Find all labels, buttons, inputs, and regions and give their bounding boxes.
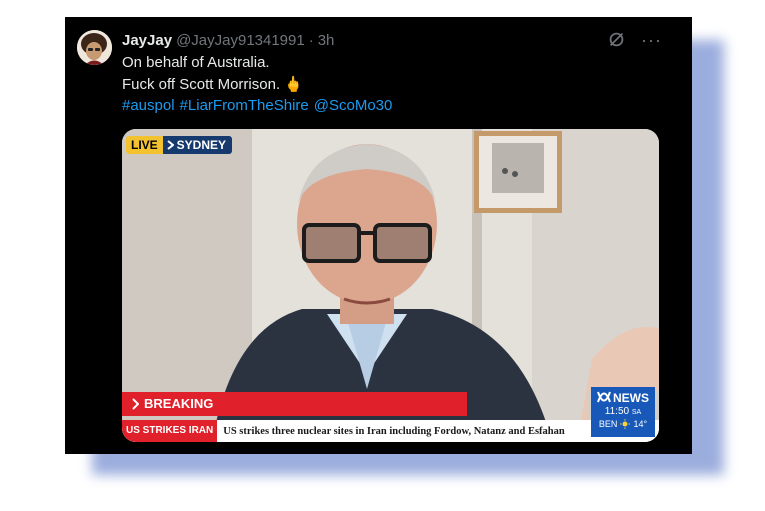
- chevron-right-icon: [167, 140, 174, 150]
- sun-icon: [620, 419, 631, 429]
- ticker-text: US strikes three nuclear sites in Iran i…: [223, 425, 565, 437]
- author-handle[interactable]: @JayJay91341991: [176, 32, 305, 49]
- weather-temp: 14°: [633, 419, 648, 429]
- live-badge: LIVE SYDNEY: [126, 136, 233, 154]
- tweet-actions: ···: [608, 31, 662, 49]
- more-icon[interactable]: ···: [641, 31, 662, 49]
- ticker-label: US STRIKES IRAN: [122, 420, 218, 442]
- tweet-text-line-2: Fuck off Scott Morrison. 🖕: [122, 75, 303, 93]
- tweet-time[interactable]: 3h: [318, 32, 335, 49]
- network-time: 11:50 SA: [591, 406, 655, 417]
- breaking-banner: BREAKING: [122, 392, 467, 416]
- network-name: NEWS: [613, 391, 649, 405]
- grok-icon[interactable]: [608, 31, 625, 48]
- mention-scomo30[interactable]: @ScoMo30: [314, 97, 393, 114]
- video-thumbnail[interactable]: LIVE SYDNEY BREAKING US STRIKES IRAN US …: [122, 129, 659, 442]
- weather-city: BEN: [598, 419, 618, 429]
- chevron-right-icon: [132, 398, 139, 410]
- separator: ·: [308, 32, 314, 49]
- abc-logo-icon: [597, 391, 611, 403]
- emoji: 🖕: [284, 76, 303, 93]
- live-label: LIVE: [126, 136, 163, 154]
- tweet-text-line-1: On behalf of Australia.: [122, 54, 270, 71]
- network-time-value: 11:50: [604, 406, 630, 417]
- hashtag-auspol[interactable]: #auspol: [122, 97, 175, 114]
- hashtag-list: #auspol #LiarFromTheShire @ScoMo30: [122, 97, 392, 114]
- hashtag-liarfromtheshire[interactable]: #LiarFromTheShire: [180, 97, 309, 114]
- weather: BEN 14°: [591, 419, 655, 429]
- tweet-text-line-2-text: Fuck off Scott Morrison.: [122, 76, 281, 93]
- location-label: SYDNEY: [162, 136, 233, 154]
- avatar[interactable]: [77, 30, 112, 65]
- tweet-card[interactable]: JayJay @JayJay91341991 · 3h ··· On behal…: [65, 17, 692, 454]
- location-text: SYDNEY: [176, 138, 227, 152]
- news-ticker: US STRIKES IRAN US strikes three nuclear…: [122, 420, 659, 442]
- breaking-label: BREAKING: [144, 396, 214, 411]
- network-bug: NEWS 11:50 SA BEN 14°: [591, 387, 655, 437]
- network-logo: NEWS: [591, 391, 655, 405]
- author-name[interactable]: JayJay: [122, 32, 172, 49]
- network-time-suffix: SA: [631, 409, 642, 416]
- tweet-header: JayJay @JayJay91341991 · 3h: [122, 32, 334, 52]
